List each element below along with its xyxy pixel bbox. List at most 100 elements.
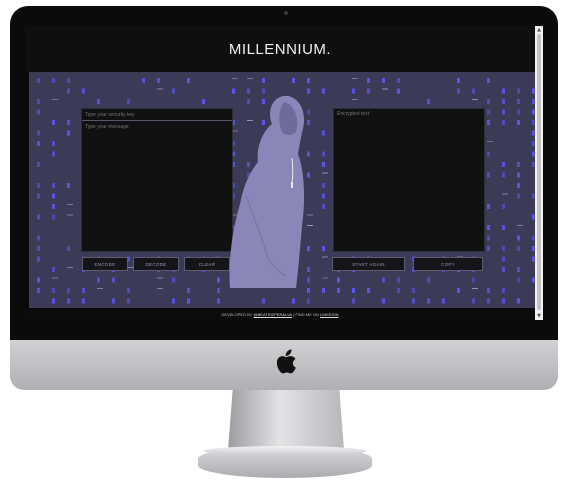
matrix-glyph [337, 277, 340, 283]
matrix-glyph [82, 88, 85, 94]
matrix-glyph [307, 78, 310, 83]
author-link[interactable]: @BEATRIZPERALVA [254, 312, 293, 317]
matrix-glyph [517, 298, 520, 304]
matrix-glyph [37, 193, 40, 199]
matrix-glyph [67, 130, 70, 136]
matrix-glyph [517, 172, 520, 178]
scroll-thumb[interactable] [537, 34, 541, 310]
matrix-glyph [502, 246, 505, 251]
matrix-glyph [412, 288, 415, 293]
matrix-glyph [307, 277, 310, 283]
matrix-glyph [37, 183, 40, 188]
matrix-glyph [52, 214, 55, 220]
matrix-glyph [187, 298, 190, 304]
start-again-button[interactable]: START AGAIN [332, 257, 405, 271]
matrix-glyph [457, 88, 460, 94]
matrix-glyph [187, 288, 190, 293]
matrix-glyph [262, 298, 265, 304]
matrix-glyph [157, 288, 163, 289]
hooded-figure-illustration [229, 95, 305, 288]
matrix-glyph [112, 298, 115, 304]
matrix-glyph [487, 246, 490, 251]
security-key-input[interactable] [82, 109, 232, 121]
matrix-glyph [457, 78, 460, 83]
matrix-glyph [52, 78, 55, 83]
matrix-glyph [52, 204, 55, 209]
matrix-glyph [382, 298, 385, 304]
matrix-glyph [307, 214, 313, 216]
matrix-glyph [502, 172, 505, 178]
matrix-glyph [502, 88, 505, 94]
matrix-glyph [142, 78, 145, 83]
matrix-glyph [307, 120, 310, 125]
matrix-glyph [67, 288, 70, 293]
matrix-glyph [37, 256, 40, 262]
matrix-glyph [307, 298, 310, 304]
matrix-glyph [487, 78, 490, 83]
matrix-glyph [442, 298, 445, 304]
encode-button[interactable]: ENCODE [82, 257, 128, 271]
matrix-glyph [217, 298, 220, 304]
matrix-glyph [397, 78, 400, 83]
matrix-glyph [352, 78, 358, 79]
matrix-glyph [322, 88, 325, 94]
clear-button[interactable]: CLEAR [184, 257, 230, 271]
matrix-glyph [382, 88, 388, 90]
matrix-glyph [307, 225, 313, 226]
matrix-glyph [37, 288, 40, 293]
matrix-glyph [37, 214, 40, 220]
matrix-glyph [37, 99, 40, 104]
output-panel [333, 108, 485, 252]
matrix-glyph [52, 267, 55, 272]
matrix-glyph [37, 78, 40, 83]
matrix-glyph [322, 172, 328, 174]
matrix-glyph [67, 120, 70, 125]
scroll-down-icon[interactable]: ▼ [535, 312, 543, 320]
linkedin-link[interactable]: LINKEDIN [320, 312, 338, 317]
matrix-glyph [517, 193, 520, 199]
matrix-glyph [67, 204, 73, 205]
matrix-glyph [517, 183, 520, 188]
message-input[interactable] [82, 122, 232, 250]
matrix-glyph [37, 235, 40, 241]
matrix-glyph [67, 183, 70, 188]
encrypted-output[interactable] [334, 109, 484, 249]
matrix-glyph [157, 78, 160, 83]
matrix-glyph [172, 277, 175, 283]
matrix-glyph [487, 172, 490, 178]
matrix-glyph [487, 204, 490, 209]
matrix-glyph [397, 288, 400, 293]
matrix-glyph [517, 162, 520, 167]
matrix-glyph [292, 298, 295, 304]
matrix-glyph [67, 214, 73, 216]
matrix-glyph [367, 78, 370, 83]
monitor-stand [228, 390, 344, 450]
footer-prefix: DEVELOPED BY [221, 311, 253, 317]
matrix-glyph [397, 277, 400, 283]
matrix-glyph [322, 162, 325, 167]
matrix-glyph [52, 99, 58, 100]
matrix-glyph [307, 88, 310, 94]
scroll-up-icon[interactable]: ▲ [535, 26, 543, 34]
matrix-glyph [517, 120, 520, 125]
matrix-glyph [217, 288, 220, 293]
matrix-glyph [262, 78, 265, 83]
copy-button[interactable]: COPY [413, 257, 483, 271]
input-panel [81, 108, 233, 252]
matrix-glyph [487, 99, 490, 104]
matrix-glyph [172, 88, 175, 94]
app-header: MILLENNIUM. [25, 26, 535, 72]
matrix-glyph [517, 99, 520, 104]
matrix-glyph [97, 99, 100, 104]
matrix-glyph [502, 288, 505, 293]
matrix-glyph [307, 172, 310, 178]
matrix-glyph [172, 298, 175, 304]
matrix-glyph [382, 78, 385, 83]
decode-button[interactable]: DECODE [133, 257, 179, 271]
app-title: MILLENNIUM. [228, 40, 332, 58]
footer: DEVELOPED BY @BEATRIZPERALVA | FIND ME O… [25, 308, 535, 320]
matrix-glyph [37, 141, 40, 146]
matrix-glyph [322, 277, 328, 279]
matrix-glyph [52, 120, 55, 125]
vertical-scrollbar[interactable]: ▲ ▼ [535, 26, 543, 320]
